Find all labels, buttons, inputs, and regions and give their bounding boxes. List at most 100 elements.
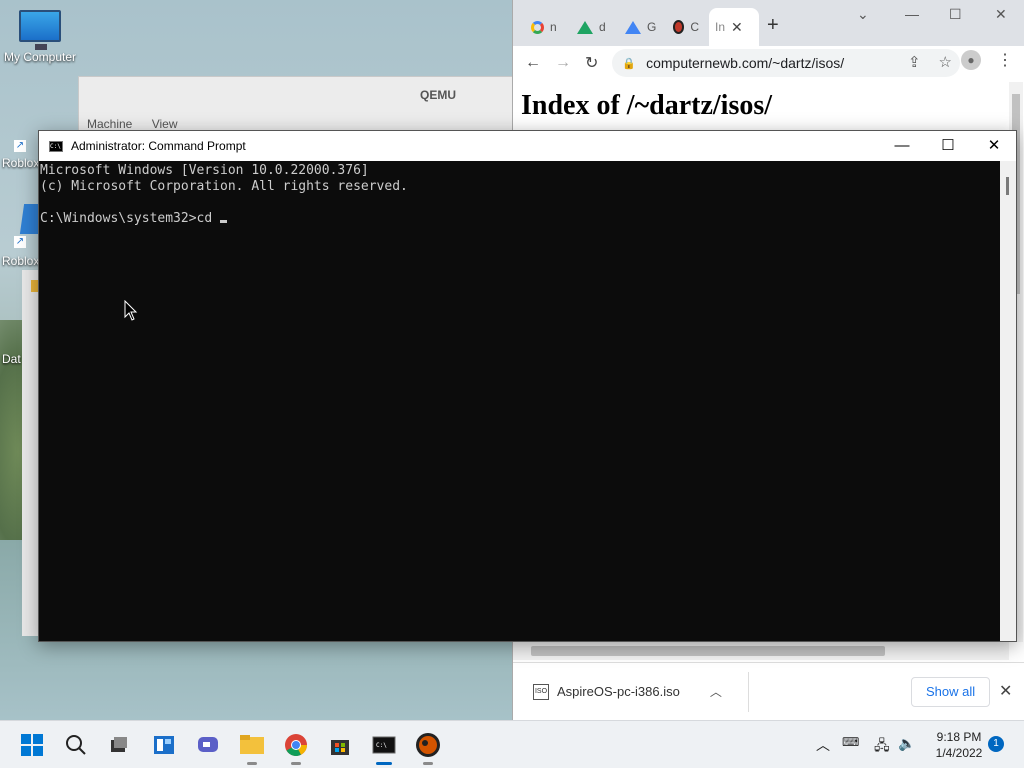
network-icon[interactable]: 🖧 xyxy=(874,735,890,759)
terminal-line: (c) Microsoft Corporation. All rights re… xyxy=(40,179,408,194)
download-shelf: ISO AspireOS-pc-i386.iso ︿ Show all ✕ xyxy=(513,662,1024,720)
shortcut-arrow-icon: ↗ xyxy=(14,140,26,152)
widgets-icon xyxy=(154,736,174,754)
search-icon xyxy=(66,735,86,755)
tab-drive-2[interactable]: G xyxy=(607,8,656,46)
desktop-icon-label: Roblox xyxy=(2,254,40,268)
tab-label: n xyxy=(550,20,557,34)
close-downloads-icon[interactable]: ✕ xyxy=(999,681,1012,701)
tray-chevron-up-icon[interactable]: ︿ xyxy=(816,735,830,755)
menu-view[interactable]: View xyxy=(152,117,178,131)
chat-button[interactable] xyxy=(192,729,224,761)
bird-icon xyxy=(673,20,685,34)
tab-search-icon[interactable]: ⌄ xyxy=(857,6,869,23)
lock-icon: 🔒 xyxy=(622,57,637,70)
cmd-title: Administrator: Command Prompt xyxy=(71,139,246,153)
svg-text:C:\: C:\ xyxy=(376,742,387,749)
tab-label: In xyxy=(715,20,726,34)
tab-google[interactable]: n xyxy=(513,8,557,46)
tab-label: C xyxy=(690,20,699,34)
shortcut-arrow-icon: ↗ xyxy=(14,236,26,248)
chrome-toolbar: ← → ↻ 🔒 computernewb.com/~dartz/isos/ ⇪ … xyxy=(513,46,1024,80)
desktop-icon-roblox-1[interactable]: ↗ Roblox xyxy=(2,140,40,170)
tab-active-index[interactable]: In ✕ xyxy=(709,8,759,46)
active-indicator xyxy=(376,762,392,765)
search-button[interactable] xyxy=(60,729,92,761)
cmd-titlebar[interactable]: C:\ Administrator: Command Prompt — ☐ ✕ xyxy=(39,131,1016,161)
mouse-pointer-icon xyxy=(124,300,138,321)
task-view-icon xyxy=(111,737,127,752)
close-tab-icon[interactable]: ✕ xyxy=(731,19,743,36)
store-button[interactable] xyxy=(324,729,356,761)
menu-kebab-icon[interactable]: ⋮ xyxy=(997,50,1013,70)
qemu-title: QEMU xyxy=(420,88,456,102)
notification-badge[interactable]: 1 xyxy=(988,736,1004,752)
reload-icon[interactable]: ↻ xyxy=(585,53,598,73)
start-button[interactable] xyxy=(16,729,48,761)
taskbar-clock[interactable]: 9:18 PM 1/4/2022 xyxy=(926,729,992,761)
chrome-icon xyxy=(285,734,307,756)
show-all-button[interactable]: Show all xyxy=(911,677,991,707)
chat-icon xyxy=(198,737,218,752)
clock-date: 1/4/2022 xyxy=(935,746,983,760)
desktop-icon-roblox-2[interactable]: ↗ Roblox xyxy=(2,204,47,268)
bookmark-star-icon[interactable]: ☆ xyxy=(939,53,952,71)
terminal-output[interactable]: Microsoft Windows [Version 10.0.22000.37… xyxy=(39,161,1000,641)
clock-time: 9:18 PM xyxy=(936,730,982,744)
maximize-button[interactable]: ☐ xyxy=(949,6,962,23)
keyboard-icon[interactable]: ⌨ xyxy=(842,735,859,749)
computer-icon xyxy=(18,10,62,50)
iso-file-icon: ISO xyxy=(533,683,549,700)
bird-app-button[interactable] xyxy=(412,729,444,765)
cmd-scrollbar[interactable] xyxy=(1000,161,1016,641)
tab-strip: n d G C In ✕ + ⌄ — ☐ ✕ xyxy=(513,0,1024,46)
running-indicator xyxy=(423,762,433,765)
tab-label: d xyxy=(599,20,606,34)
taskbar: C:\ ︿ ⌨ 🖧 🔈 9:18 PM 1/4/2022 xyxy=(0,720,1024,768)
cmd-window[interactable]: C:\ Administrator: Command Prompt — ☐ ✕ … xyxy=(38,130,1017,642)
chevron-up-icon[interactable]: ︿ xyxy=(710,683,722,700)
cmd-icon: C:\ xyxy=(372,736,396,754)
file-explorer-button[interactable] xyxy=(236,729,268,765)
volume-icon[interactable]: 🔈 xyxy=(898,735,915,752)
share-icon[interactable]: ⇪ xyxy=(908,53,921,71)
download-filename: AspireOS-pc-i386.iso xyxy=(557,684,680,699)
desktop-icon-label: Dat xyxy=(2,352,21,366)
cmd-window-icon: C:\ xyxy=(49,140,63,152)
drive-icon xyxy=(577,20,593,34)
url-text: computernewb.com/~dartz/isos/ xyxy=(646,55,845,71)
desktop-icon-dat[interactable]: Dat xyxy=(2,352,21,366)
download-item[interactable]: ISO AspireOS-pc-i386.iso ︿ xyxy=(513,671,749,712)
tab-bird[interactable]: C xyxy=(655,8,699,46)
widgets-button[interactable] xyxy=(148,729,180,761)
google-icon xyxy=(531,20,544,34)
tab-drive-1[interactable]: d xyxy=(559,8,606,46)
back-icon[interactable]: ← xyxy=(525,54,541,72)
app-bird-icon xyxy=(416,733,440,757)
address-bar[interactable]: 🔒 computernewb.com/~dartz/isos/ ⇪ ☆ xyxy=(612,49,960,77)
desktop-icon-label: Roblox xyxy=(2,156,40,170)
new-tab-button[interactable]: + xyxy=(767,14,779,37)
text-cursor xyxy=(220,220,228,223)
cmd-maximize-button[interactable]: ☐ xyxy=(925,131,971,161)
start-icon xyxy=(21,734,43,756)
page-horizontal-scrollbar[interactable] xyxy=(513,642,1009,660)
forward-icon[interactable]: → xyxy=(555,54,571,72)
desktop-icon-my-computer[interactable]: My Computer xyxy=(2,10,78,64)
menu-machine[interactable]: Machine xyxy=(87,117,132,131)
running-indicator xyxy=(291,762,301,765)
cmd-taskbar-button[interactable]: C:\ xyxy=(368,729,400,765)
cmd-close-button[interactable]: ✕ xyxy=(971,131,1017,161)
close-button[interactable]: ✕ xyxy=(995,6,1007,23)
cmd-minimize-button[interactable]: — xyxy=(879,131,925,161)
minimize-button[interactable]: — xyxy=(905,6,919,22)
task-view-button[interactable] xyxy=(102,729,134,761)
drive-icon xyxy=(625,20,641,34)
terminal-line: Microsoft Windows [Version 10.0.22000.37… xyxy=(40,163,369,178)
chrome-button[interactable] xyxy=(280,729,312,765)
profile-avatar-icon[interactable]: ● xyxy=(961,50,981,70)
file-explorer-icon xyxy=(240,735,264,754)
running-indicator xyxy=(247,762,257,765)
desktop-icon-label: My Computer xyxy=(3,50,77,64)
